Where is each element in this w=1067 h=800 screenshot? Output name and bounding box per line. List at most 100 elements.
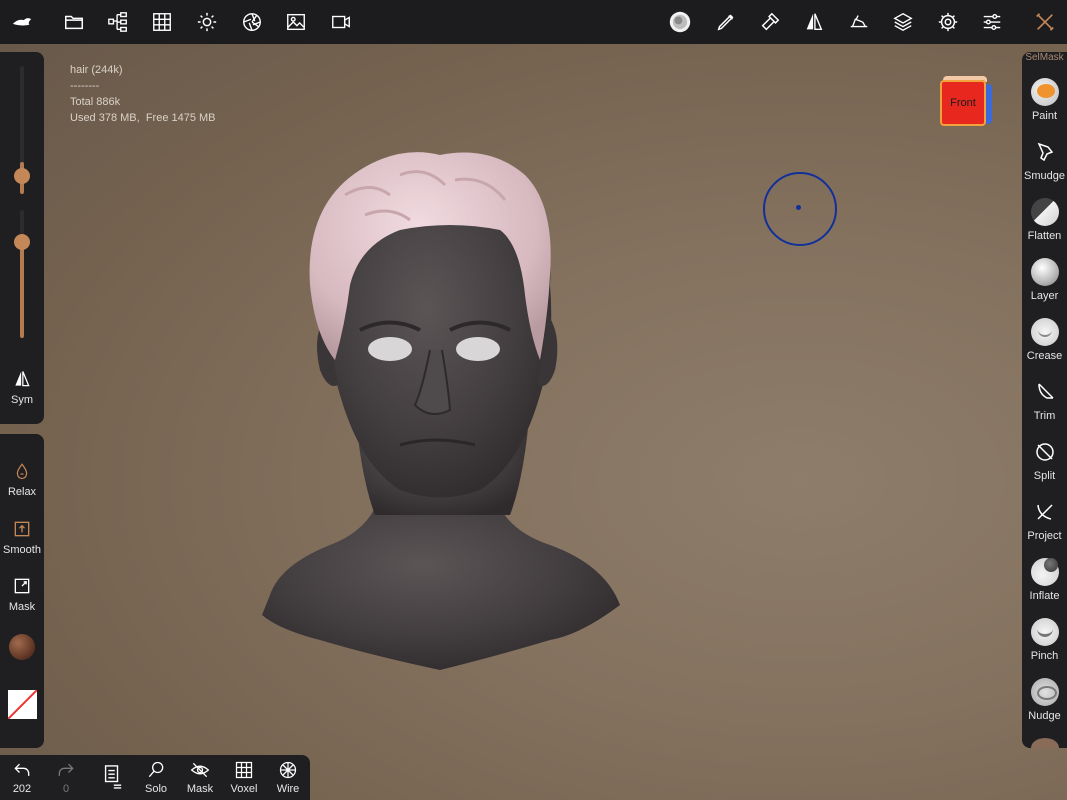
brush-label: Inflate — [1029, 590, 1060, 602]
intensity-slider-knob[interactable] — [14, 234, 30, 250]
mask-label: Mask — [8, 601, 36, 613]
left-eye — [368, 337, 412, 361]
app-logo-icon[interactable] — [8, 8, 36, 36]
brush-label: Paint — [1031, 110, 1058, 122]
sculpt-viewport[interactable] — [250, 135, 630, 675]
view-cube[interactable]: Front — [940, 76, 992, 126]
relax-tool[interactable]: Relax — [0, 460, 44, 498]
brush-label: Flatten — [1027, 230, 1062, 242]
neck-base — [262, 495, 620, 670]
selmask-label[interactable]: SelMask — [1022, 52, 1067, 63]
radius-slider-knob[interactable] — [14, 168, 30, 184]
nudge-brush-icon — [1030, 678, 1059, 706]
brush-label: Smudge — [1024, 170, 1065, 182]
voxel-button[interactable]: Voxel — [224, 759, 264, 795]
brush-label: Pinch — [1030, 650, 1059, 662]
topology-icon[interactable] — [845, 8, 873, 36]
inflate-brush-icon — [1030, 558, 1059, 586]
mask-tool[interactable]: Mask — [0, 575, 44, 613]
grid-icon — [235, 761, 253, 779]
mesh-stats: hair (244k) -------- Total 886k Used 378… — [70, 62, 216, 126]
smooth-tool[interactable]: Smooth — [0, 518, 44, 556]
brush-cursor-dot — [796, 205, 801, 210]
smudge-icon — [1037, 142, 1053, 162]
wireframe-icon — [279, 761, 297, 779]
brush-smudge[interactable]: Smudge — [1022, 138, 1067, 182]
intensity-slider[interactable] — [14, 210, 30, 338]
undo-button[interactable]: 202 — [2, 759, 42, 795]
mask-icon — [14, 578, 30, 594]
sliders-icon[interactable] — [978, 8, 1006, 36]
drop-icon — [16, 463, 28, 480]
project-icon — [1036, 504, 1053, 520]
smooth-icon — [14, 521, 30, 537]
view-cube-front[interactable]: Front — [940, 80, 986, 126]
sun-icon[interactable] — [193, 8, 221, 36]
solo-button[interactable]: Solo — [136, 759, 176, 795]
layers-icon[interactable] — [889, 8, 917, 36]
search-icon — [148, 761, 164, 778]
bottom-toolbar: 202 0 Solo Mask Voxel Wire — [0, 755, 310, 800]
undo-count: 202 — [12, 783, 32, 795]
right-eye — [456, 337, 500, 361]
brush-flatten[interactable]: Flatten — [1022, 198, 1067, 242]
symmetry-icon — [15, 371, 30, 387]
brush-split[interactable]: Split — [1022, 438, 1067, 482]
hammer-icon[interactable] — [756, 8, 784, 36]
brush-nudge[interactable]: Nudge — [1022, 678, 1067, 722]
layer-brush-icon — [1030, 258, 1059, 286]
eye-off-icon — [190, 762, 210, 778]
brush-label: Project — [1027, 530, 1062, 542]
material-swatch[interactable] — [9, 634, 35, 660]
sym-toggle[interactable]: Sym — [0, 368, 44, 406]
document-icon — [104, 765, 122, 789]
pen-icon[interactable] — [712, 8, 740, 36]
flatten-brush-icon — [1030, 198, 1059, 226]
split-icon — [1035, 443, 1054, 461]
brush-label: Trim — [1033, 410, 1056, 422]
redo-button[interactable]: 0 — [46, 759, 86, 795]
relax-label: Relax — [7, 486, 37, 498]
brush-crease[interactable]: Crease — [1022, 318, 1067, 362]
object-stat: hair (244k) — [70, 64, 123, 76]
brush-label: Nudge — [1028, 710, 1061, 722]
brush-layer[interactable]: Layer — [1022, 258, 1067, 302]
folder-icon[interactable] — [60, 8, 88, 36]
stats-separator: -------- — [70, 80, 100, 92]
wire-button[interactable]: Wire — [268, 759, 308, 795]
scene-tree-icon[interactable] — [104, 8, 132, 36]
mask-visibility-label: Mask — [186, 783, 214, 795]
smooth-label: Smooth — [3, 544, 41, 556]
grid-icon[interactable] — [148, 8, 176, 36]
sym-label: Sym — [11, 394, 33, 406]
tools-icon[interactable] — [1031, 8, 1059, 36]
brush-label: Layer — [1030, 290, 1059, 302]
video-icon[interactable] — [327, 8, 355, 36]
crease-brush-icon — [1030, 318, 1059, 346]
mask-visibility-button[interactable]: Mask — [180, 759, 220, 795]
document-menu-button[interactable] — [92, 765, 132, 789]
image-icon[interactable] — [282, 8, 310, 36]
total-stat: Total 886k — [70, 96, 121, 108]
brush-panel: SelMask Paint Smudge Flatten Layer Creas… — [1022, 52, 1067, 748]
brush-label: Split — [1033, 470, 1056, 482]
paint-brush-icon — [1030, 78, 1059, 106]
color-swatch[interactable] — [8, 690, 37, 719]
radius-slider[interactable] — [14, 66, 30, 194]
memory-stat: Used 378 MB, Free 1475 MB — [70, 112, 216, 124]
brush-pinch[interactable]: Pinch — [1022, 618, 1067, 662]
brush-paint[interactable]: Paint — [1022, 78, 1067, 122]
brush-alpha-icon[interactable] — [666, 8, 694, 36]
symmetry-icon[interactable] — [800, 8, 828, 36]
undo-icon — [14, 763, 30, 776]
brush-inflate[interactable]: Inflate — [1022, 558, 1067, 602]
brush-trim[interactable]: Trim — [1022, 378, 1067, 422]
wire-label: Wire — [276, 783, 300, 795]
next-brush-preview[interactable] — [1031, 738, 1059, 748]
gear-icon[interactable] — [934, 8, 962, 36]
aperture-icon[interactable] — [238, 8, 266, 36]
top-toolbar — [0, 0, 1067, 44]
pinch-brush-icon — [1030, 618, 1059, 646]
brush-project[interactable]: Project — [1022, 498, 1067, 542]
voxel-label: Voxel — [230, 783, 258, 795]
